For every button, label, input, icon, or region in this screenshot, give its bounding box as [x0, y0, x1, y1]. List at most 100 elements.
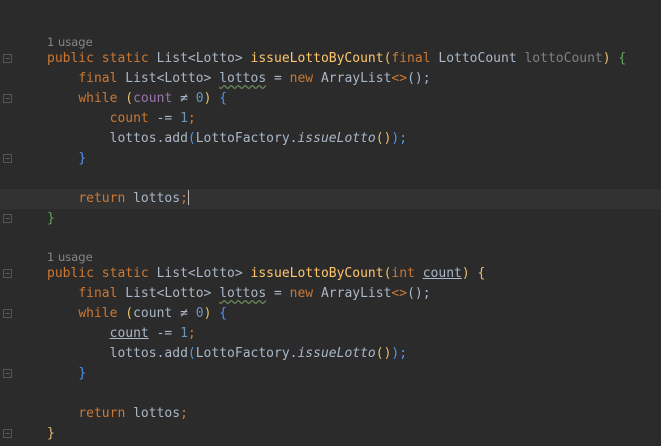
type: List<Lotto>	[125, 71, 212, 86]
code-editor[interactable]: 1 usage − public static List<Lotto> issu…	[0, 0, 661, 446]
code-line[interactable]: count -= 1;	[0, 324, 661, 344]
keyword: return	[78, 191, 126, 206]
fold-icon[interactable]: −	[3, 94, 12, 103]
return-type: List<Lotto>	[156, 266, 243, 281]
keyword: final	[78, 286, 118, 301]
number: 0	[195, 306, 204, 321]
current-code-line[interactable]: return lottos;	[0, 189, 661, 209]
code-line[interactable]: − }	[0, 149, 661, 169]
keyword: public	[47, 266, 94, 281]
static-method: issueLotto	[297, 131, 376, 146]
paren: )	[203, 306, 212, 321]
constructor: ArrayList	[320, 71, 392, 86]
code-line[interactable]: − public static List<Lotto> issueLottoBy…	[0, 264, 661, 284]
code-line[interactable]: lottos.add(LottoFactory.issueLotto());	[0, 129, 661, 149]
code-line[interactable]: count -= 1;	[0, 109, 661, 129]
operator: ≠	[180, 306, 188, 321]
code-line[interactable]: − while (count ≠ 0) {	[0, 89, 661, 109]
fold-icon[interactable]: −	[3, 369, 12, 378]
param-type: LottoCount	[438, 51, 517, 66]
code-line[interactable]: return lottos;	[0, 404, 661, 424]
paren: )	[461, 266, 470, 281]
variable: lottos	[133, 191, 181, 206]
diamond: <>	[391, 71, 408, 86]
paren: (	[187, 131, 196, 146]
keyword: new	[289, 71, 314, 86]
keyword: static	[101, 266, 149, 281]
punct: ();	[407, 71, 431, 86]
method-call: lottos.add	[109, 346, 188, 361]
paren: )	[602, 51, 611, 66]
variable: lottos	[219, 286, 267, 301]
keyword: static	[101, 51, 149, 66]
brace: {	[219, 306, 228, 321]
fold-icon[interactable]: −	[3, 214, 12, 223]
code-line[interactable]: lottos.add(LottoFactory.issueLotto());	[0, 344, 661, 364]
punct: ;	[180, 191, 188, 206]
fold-icon[interactable]: −	[3, 154, 12, 163]
variable: count	[133, 306, 173, 321]
brace: {	[618, 51, 627, 66]
operator: -=	[156, 111, 173, 126]
keyword: while	[78, 306, 118, 321]
param-name: count	[422, 266, 462, 281]
operator: =	[274, 71, 282, 86]
punct: );	[391, 346, 408, 361]
keyword: public	[47, 51, 94, 66]
variable: lottos	[219, 71, 267, 86]
keyword: final	[78, 71, 118, 86]
punct: );	[391, 131, 408, 146]
variable: count	[109, 326, 149, 341]
fold-icon[interactable]: −	[3, 309, 12, 318]
method-name: issueLottoByCount	[250, 266, 384, 281]
code-line[interactable]: final List<Lotto> lottos = new ArrayList…	[0, 69, 661, 89]
variable: count	[133, 91, 173, 106]
fold-icon[interactable]: −	[3, 269, 12, 278]
punct: ();	[407, 286, 431, 301]
static-method: issueLotto	[297, 346, 376, 361]
brace: {	[477, 266, 486, 281]
fold-icon[interactable]: −	[3, 429, 12, 438]
paren: (	[187, 346, 196, 361]
diamond: <>	[391, 286, 408, 301]
param-name: lottoCount	[524, 51, 603, 66]
punct: ;	[180, 406, 188, 421]
number: 1	[180, 111, 188, 126]
keyword: while	[78, 91, 118, 106]
code-line[interactable]: − }	[0, 209, 661, 229]
text-caret	[187, 190, 189, 205]
fold-icon[interactable]: −	[3, 54, 12, 63]
code-line[interactable]: − public static List<Lotto> issueLottoBy…	[0, 49, 661, 69]
paren: (	[125, 306, 134, 321]
variable: lottos	[133, 406, 181, 421]
code-line[interactable]: − while (count ≠ 0) {	[0, 304, 661, 324]
punct: ;	[187, 326, 196, 341]
brace: }	[47, 426, 55, 441]
type: List<Lotto>	[125, 286, 212, 301]
code-line[interactable]: final List<Lotto> lottos = new ArrayList…	[0, 284, 661, 304]
brace: }	[78, 151, 87, 166]
paren: )	[203, 91, 212, 106]
number: 1	[180, 326, 188, 341]
method-name: issueLottoByCount	[250, 51, 384, 66]
paren: ()	[375, 346, 392, 361]
code-line[interactable]: − }	[0, 364, 661, 384]
brace: }	[78, 366, 87, 381]
operator: -=	[156, 326, 173, 341]
code-line[interactable]	[0, 169, 661, 189]
operator: =	[274, 286, 282, 301]
variable: count	[109, 111, 149, 126]
code-line[interactable]	[0, 384, 661, 404]
method-call: lottos.add	[109, 131, 188, 146]
keyword: final	[391, 51, 431, 66]
paren: ()	[375, 131, 392, 146]
keyword: return	[78, 406, 126, 421]
keyword: int	[391, 266, 415, 281]
constructor: ArrayList	[320, 286, 392, 301]
code-line[interactable]: − }	[0, 424, 661, 444]
punct: ;	[187, 111, 196, 126]
return-type: List<Lotto>	[156, 51, 243, 66]
keyword: new	[289, 286, 314, 301]
operator: ≠	[180, 91, 188, 106]
number: 0	[195, 91, 204, 106]
